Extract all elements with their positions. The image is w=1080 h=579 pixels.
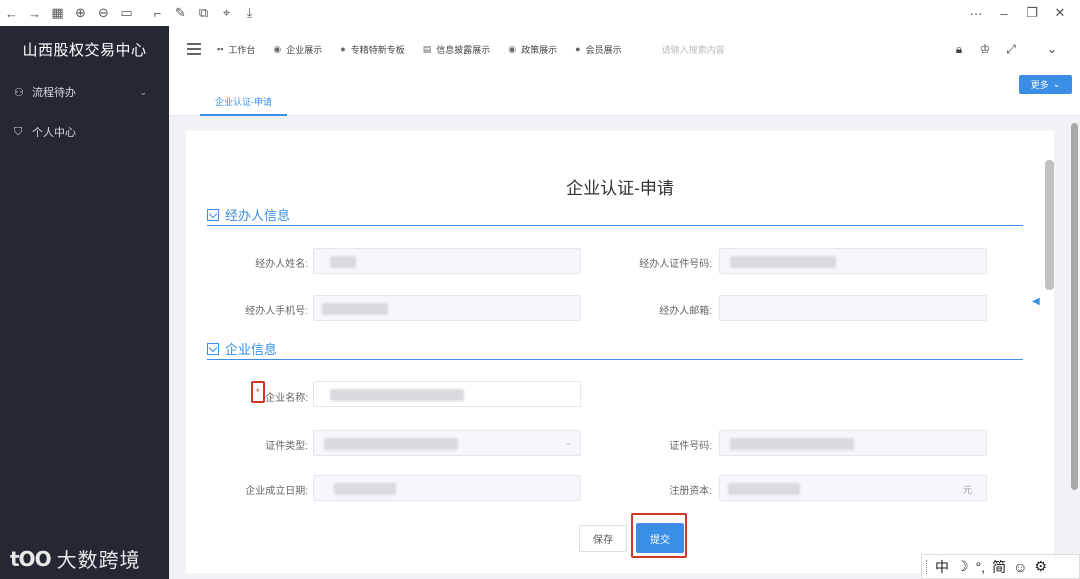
field-label: 经办人姓名:: [255, 259, 308, 270]
established-date-field[interactable]: [313, 475, 581, 501]
nav-label: 信息披露展示: [436, 44, 491, 55]
grid-icon: ▪▪: [217, 44, 224, 54]
minimize-icon[interactable]: –: [992, 0, 1016, 26]
lock-icon[interactable]: 🔒︎: [946, 42, 972, 57]
id-number-field[interactable]: [719, 430, 987, 456]
ime-settings-icon[interactable]: ⚙: [1034, 558, 1047, 575]
field-label: 经办人证件号码:: [639, 259, 712, 270]
forward-icon[interactable]: →: [23, 0, 46, 26]
field-label: 注册资本:: [669, 486, 712, 497]
chevron-down-icon: ⌄: [1052, 79, 1061, 89]
apps-icon[interactable]: ▦: [46, 0, 69, 26]
crop-icon[interactable]: ⌐: [146, 0, 169, 26]
nav-specialized-board[interactable]: ● 专精特新专板: [340, 43, 404, 56]
sidebar: 山西股权交易中心 ⚇ 流程待办 ⌄ ⛉ 个人中心 tOO 大数跨境: [0, 26, 169, 579]
user-icon: ●: [575, 44, 581, 54]
eye-icon: ◉: [273, 43, 282, 54]
more-label: 更多: [1030, 80, 1049, 90]
handler-email-field[interactable]: [719, 295, 987, 321]
ime-toolbar: 中 ☽ °, 简 ☺ ⚙: [921, 554, 1080, 579]
shirt-icon[interactable]: ♔: [972, 42, 998, 56]
ime-punctuation[interactable]: °,: [976, 559, 986, 575]
ime-moon-icon[interactable]: ☽: [956, 558, 969, 575]
eye-icon: ◉: [508, 43, 517, 54]
fit-icon[interactable]: ▭: [115, 0, 138, 26]
brand-title: 山西股权交易中心: [22, 41, 147, 59]
doc-icon: ▤: [422, 43, 432, 54]
screenshot-icon[interactable]: ⌖: [215, 0, 238, 26]
menu-icon[interactable]: [187, 43, 201, 55]
restore-icon[interactable]: ❐: [1020, 0, 1044, 26]
zoom-in-icon[interactable]: ⊕: [69, 0, 92, 26]
field-label: 企业成立日期:: [245, 486, 308, 497]
section-title: 经办人信息: [225, 208, 291, 223]
handler-name-field[interactable]: [313, 248, 581, 274]
tab-company-cert[interactable]: 企业认证-申请: [200, 92, 287, 116]
field-label: 证件类型:: [265, 441, 308, 452]
page-scrollbar[interactable]: [1071, 123, 1078, 523]
sidebar-item-personal[interactable]: ⛉ 个人中心: [0, 112, 169, 152]
section-title: 企业信息: [225, 342, 278, 357]
fullscreen-icon[interactable]: ⤢: [998, 42, 1024, 57]
company-name-field[interactable]: [313, 381, 581, 407]
section-company-info: 企业信息: [207, 338, 1023, 360]
top-navbar: ▪▪ 工作台 ◉ 企业展示 ● 专精特新专板 ▤ 信息披露展示 ◉ 政策展示 ● 会员展示 …: [169, 26, 1080, 72]
nav-label: 专精特新专板: [350, 44, 405, 55]
sidebar-item-label: 个人中心: [32, 127, 76, 139]
zoom-out-icon[interactable]: ⊖: [92, 0, 115, 26]
submit-button[interactable]: 提交: [636, 523, 684, 553]
flow-icon: ⚇: [14, 86, 24, 99]
ime-simplified[interactable]: 简: [992, 557, 1006, 577]
page-title: 企业认证-申请: [566, 179, 674, 198]
field-label: 经办人手机号:: [245, 306, 308, 317]
field-label: 证件号码:: [669, 441, 712, 452]
handler-phone-field[interactable]: [313, 295, 581, 321]
sidebar-item-flow[interactable]: ⚇ 流程待办 ⌄: [0, 72, 169, 112]
nav-disclosure[interactable]: ▤ 信息披露展示: [423, 43, 491, 56]
edit-icon[interactable]: ✎: [169, 0, 192, 26]
browser-toolbar: ← → ▦ ⊕ ⊖ ▭ ⌐ ✎ ⧉ ⌖ ⤓ ··· – ❐ ✕: [0, 0, 1080, 26]
back-icon[interactable]: ←: [0, 0, 23, 26]
field-label: 经办人邮箱:: [659, 306, 712, 317]
search-input[interactable]: 请输入搜索内容: [662, 43, 782, 56]
form-scrollbar[interactable]: [1045, 160, 1054, 560]
chevron-down-icon: ⌄: [564, 437, 572, 447]
more-button[interactable]: 更多 ⌄: [1019, 75, 1072, 94]
collapse-icon[interactable]: [207, 342, 219, 355]
section-handler-info: 经办人信息: [207, 204, 1023, 226]
handler-id-field[interactable]: [719, 248, 987, 274]
watermark-text: 大数跨境: [56, 550, 141, 572]
tab-bar: 企业认证-申请 更多 ⌄: [169, 72, 1080, 116]
nav-workbench[interactable]: ▪▪ 工作台: [217, 43, 255, 56]
copy-icon[interactable]: ⧉: [192, 0, 215, 26]
nav-label: 企业展示: [286, 44, 323, 55]
sidebar-item-label: 流程待办: [32, 87, 76, 99]
save-button[interactable]: 保存: [579, 525, 627, 552]
ime-chinese-mode[interactable]: 中: [935, 557, 949, 577]
nav-label: 政策展示: [521, 44, 558, 55]
shield-icon: ⛉: [14, 125, 23, 138]
nav-label: 会员展示: [585, 44, 622, 55]
collapse-panel-icon[interactable]: ◀: [1032, 296, 1040, 307]
chevron-down-icon: ⌄: [139, 86, 147, 97]
ime-handle[interactable]: [926, 559, 928, 574]
watermark-logo: tOO: [10, 546, 52, 571]
watermark: tOO 大数跨境: [10, 544, 141, 573]
ime-emoji-icon[interactable]: ☺: [1013, 559, 1027, 575]
nav-label: 工作台: [228, 44, 256, 55]
nav-company-display[interactable]: ◉ 企业展示: [273, 43, 322, 56]
id-type-select[interactable]: ⌄: [313, 430, 581, 456]
unit-label: 元: [962, 485, 972, 495]
nav-policy[interactable]: ◉ 政策展示: [508, 43, 557, 56]
collapse-icon[interactable]: [207, 208, 219, 221]
nav-members[interactable]: ● 会员展示: [575, 43, 621, 56]
more-icon[interactable]: ···: [964, 0, 988, 26]
user-icon: ●: [340, 44, 346, 54]
close-icon[interactable]: ✕: [1048, 0, 1072, 26]
registered-capital-field[interactable]: 元: [719, 475, 987, 501]
download-icon[interactable]: ⤓: [238, 0, 261, 26]
field-label: 企业名称:: [265, 393, 308, 404]
chevron-down-icon[interactable]: ⌄: [1024, 42, 1080, 56]
